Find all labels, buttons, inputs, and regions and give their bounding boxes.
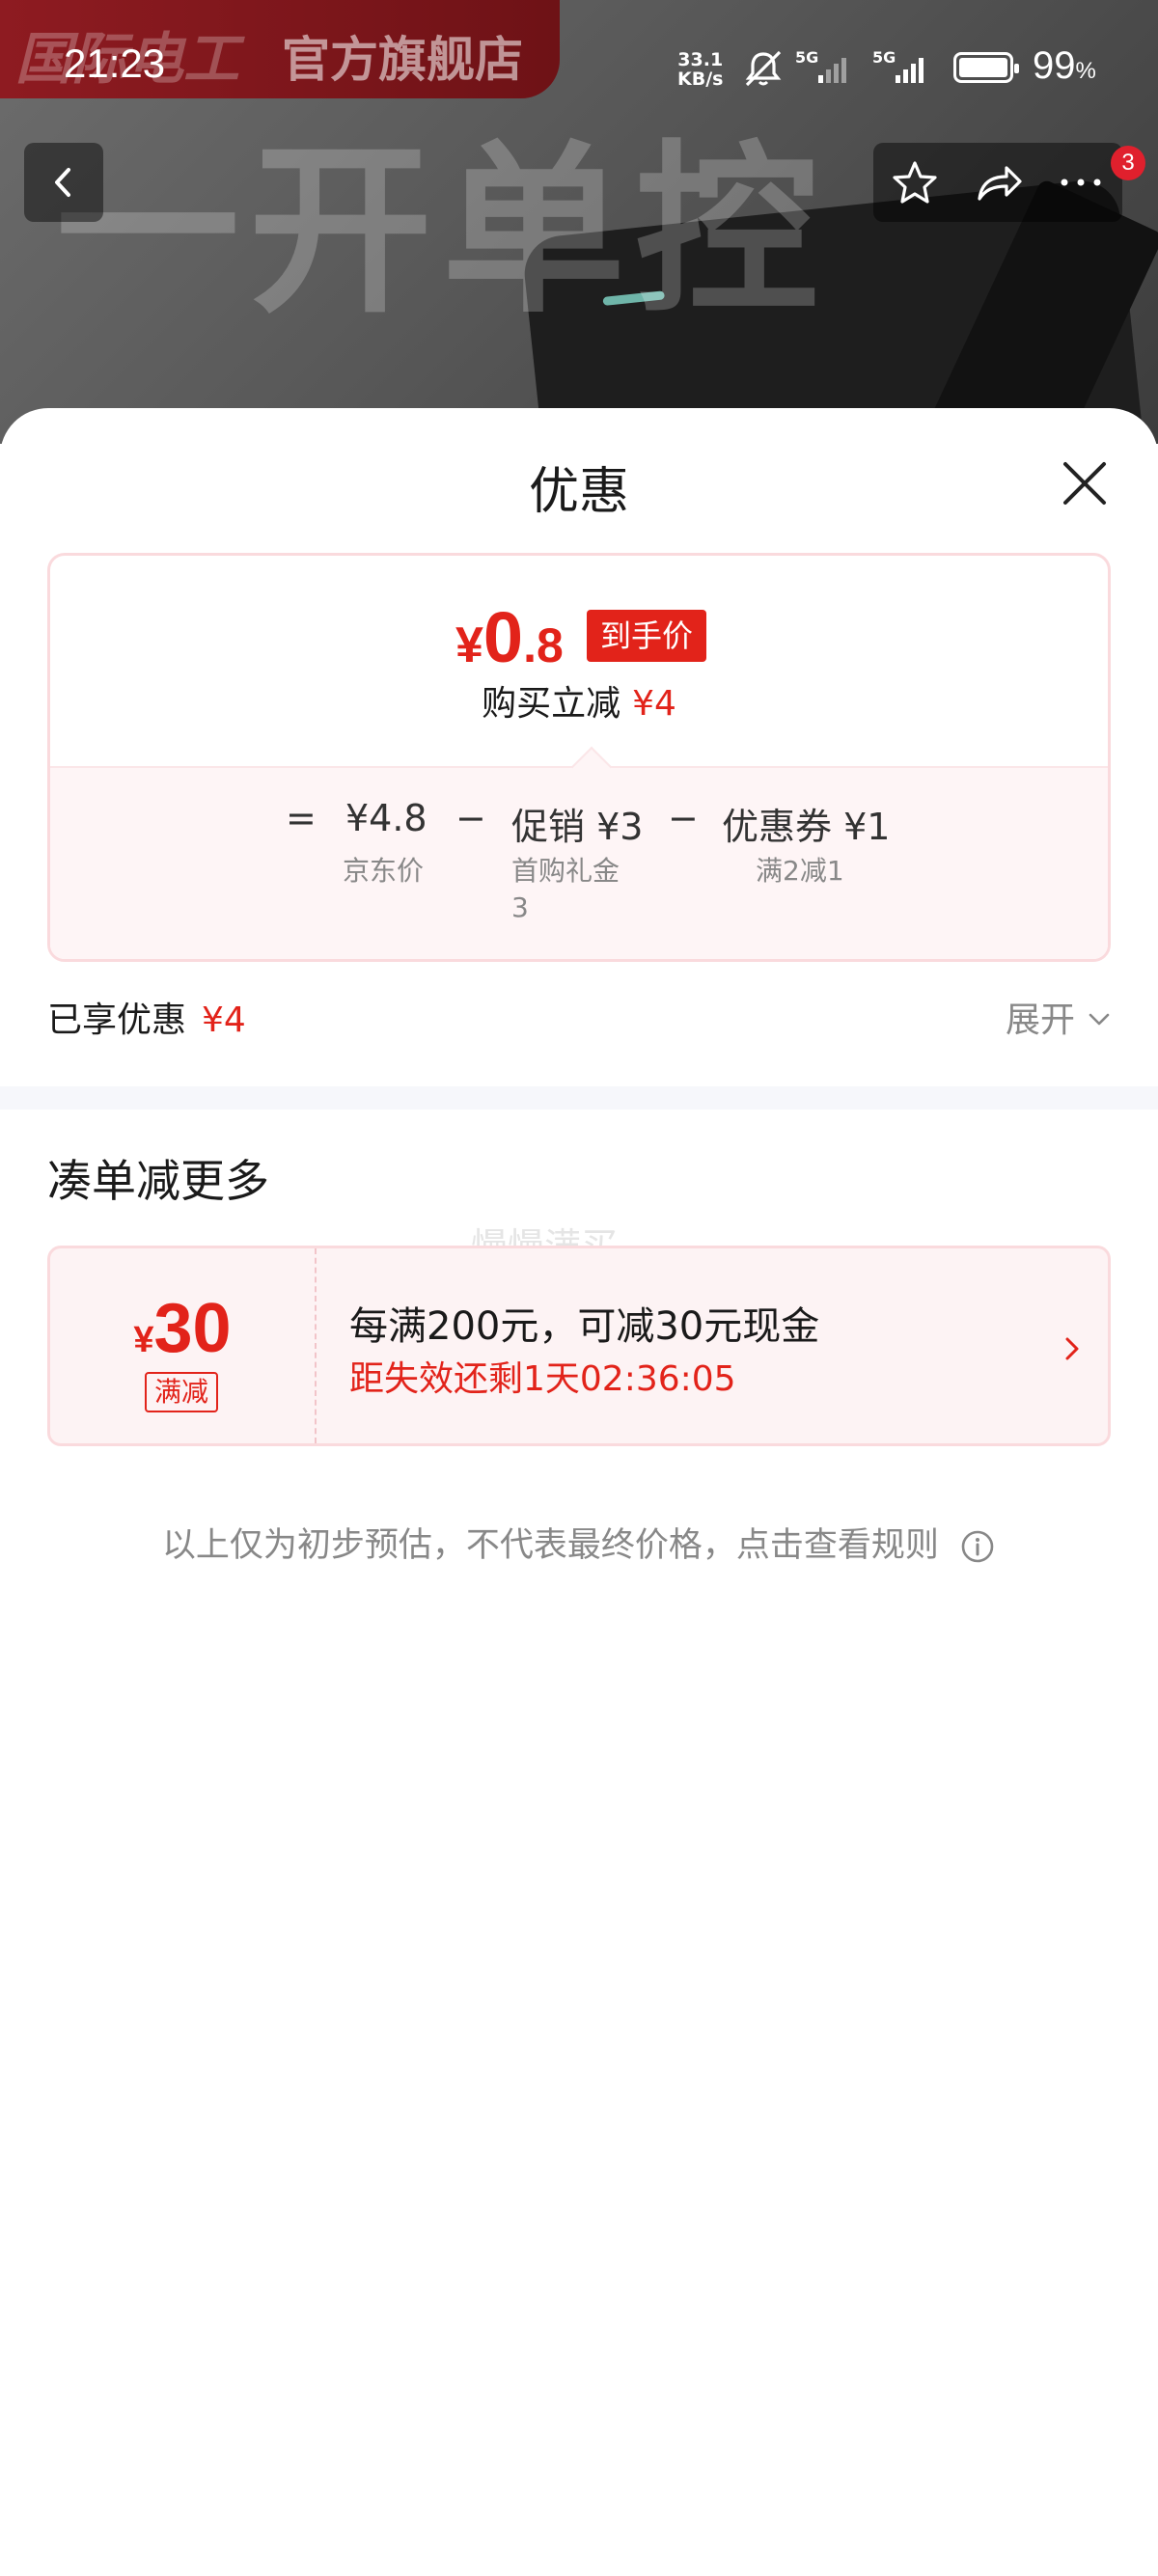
battery-percent: 99% <box>1033 44 1096 87</box>
product-headline: 一开单控 <box>56 124 829 338</box>
section-divider <box>0 1086 1158 1110</box>
minus-sign: − <box>668 797 699 839</box>
back-button[interactable] <box>24 143 103 222</box>
enjoyed-discount: 已享优惠 ¥4 <box>47 1000 246 1040</box>
mute-bell-icon <box>745 50 782 87</box>
status-bar: 21:23 33.1 KB/s 5G 5G 99% <box>0 0 1158 135</box>
expand-button[interactable]: 展开 <box>1006 992 1075 1042</box>
more-icon <box>1061 178 1101 186</box>
share-button[interactable] <box>956 143 1039 222</box>
star-icon <box>893 161 937 204</box>
network-speed-value: 33.1 <box>677 49 724 70</box>
chevron-down-icon[interactable] <box>1085 1004 1114 1033</box>
instant-discount: 购买立减 ¥4 <box>482 684 676 724</box>
signal-sim2-icon: 5G <box>872 48 936 87</box>
share-icon <box>978 166 1022 201</box>
section-title: 凑单减更多 <box>47 1155 269 1207</box>
signal-sim1-icon: 5G <box>795 48 859 87</box>
network-speed-unit: KB/s <box>677 69 724 90</box>
promo-discount: 促销 ¥3 <box>511 806 644 848</box>
notification-badge: 3 <box>1111 146 1145 180</box>
coupon-description: 每满200元，可减30元现金 <box>349 1304 820 1349</box>
coupon-amount: ¥30 <box>133 1290 232 1367</box>
final-price-section: ¥0.8 到手价 购买立减 ¥4 <box>50 556 1108 766</box>
coupon-countdown: 距失效还剩1天02:36:05 <box>349 1359 736 1399</box>
coupon-label: 满2减1 <box>756 855 844 887</box>
final-price-tag: 到手价 <box>587 610 707 662</box>
equals-sign: = <box>286 797 317 839</box>
battery-icon <box>953 52 1019 83</box>
discount-sheet: 优惠 ¥0.8 到手价 购买立减 ¥4 = ¥4.8 京东价 − 促销 ¥3 首购… <box>0 408 1158 2576</box>
favorite-button[interactable] <box>873 143 956 222</box>
sheet-title: 优惠 <box>528 463 629 521</box>
more-button[interactable] <box>1039 143 1122 222</box>
info-icon[interactable] <box>959 1528 996 1565</box>
network-speed: 33.1 KB/s <box>677 50 723 89</box>
coupon-value: ¥30 满减 <box>50 1248 317 1443</box>
coupon-discount: 优惠券 ¥1 <box>722 806 891 848</box>
promo-label: 首购礼金 3 <box>511 855 620 923</box>
coupon-type-tag: 满减 <box>145 1372 219 1412</box>
back-icon <box>55 168 70 197</box>
jd-price: ¥4.8 <box>345 797 427 839</box>
price-breakdown: = ¥4.8 京东价 − 促销 ¥3 首购礼金 3 − 优惠券 ¥1 满2减1 <box>50 746 1108 959</box>
final-price: ¥0.8 <box>455 597 564 677</box>
jd-price-label: 京东价 <box>343 855 425 887</box>
price-disclaimer[interactable]: 以上仅为初步预估，不代表最终价格，点击查看规则 <box>0 1518 1158 1567</box>
minus-sign: − <box>455 797 486 839</box>
clock: 21:23 <box>64 41 166 86</box>
price-summary-card: ¥0.8 到手价 购买立减 ¥4 = ¥4.8 京东价 − 促销 ¥3 首购礼金 3… <box>47 553 1111 962</box>
coupon-card[interactable]: ¥30 满减 每满200元，可减30元现金 距失效还剩1天02:36:05 <box>47 1246 1111 1446</box>
top-action-group <box>873 143 1122 222</box>
close-icon[interactable] <box>1056 454 1114 512</box>
chevron-right-icon[interactable] <box>1058 1329 1087 1368</box>
